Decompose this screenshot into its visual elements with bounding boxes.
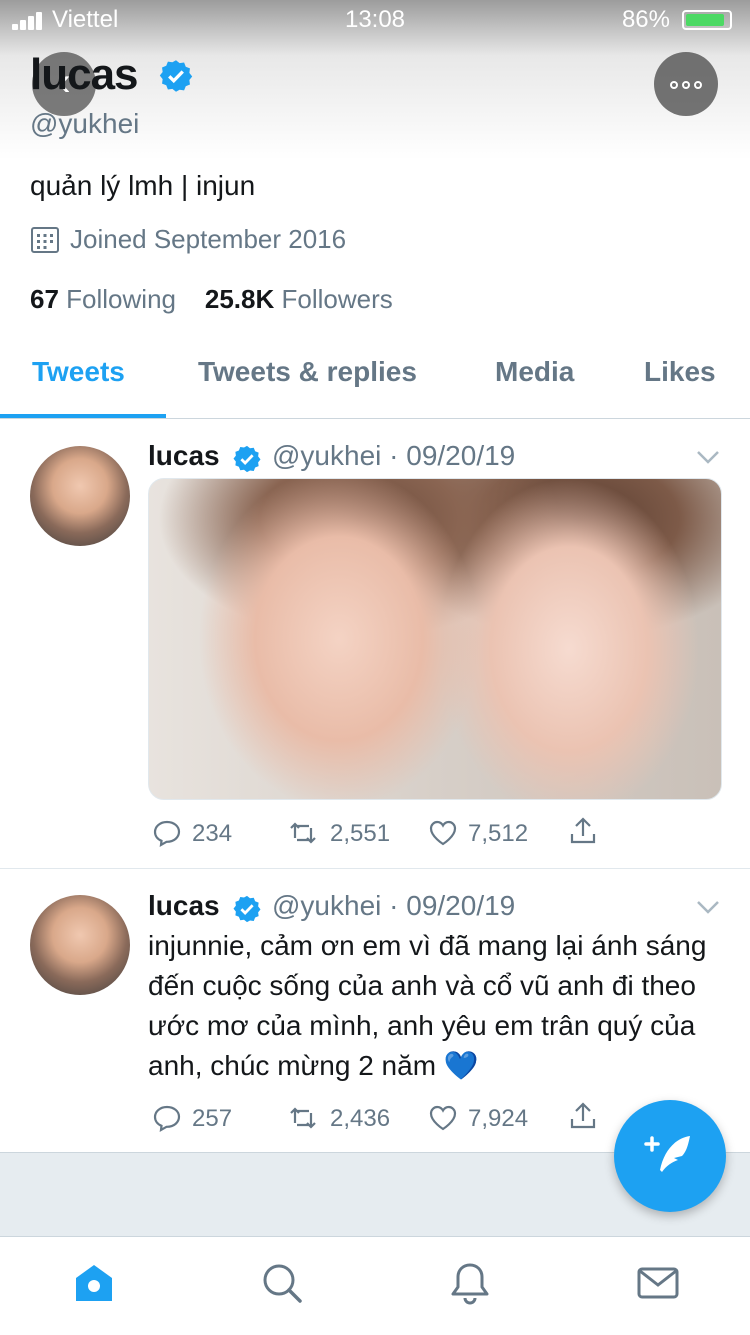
tweet-divider <box>0 868 750 869</box>
battery-icon <box>682 10 732 30</box>
profile-name: lucas <box>30 50 139 99</box>
tweet-handle-date: @yukhei · 09/20/19 <box>272 890 516 921</box>
battery-percent: 86% <box>621 6 670 33</box>
share-icon[interactable] <box>568 1101 598 1131</box>
reply-icon[interactable] <box>152 1103 182 1133</box>
tweet-handle-date: @yukhei · 09/20/19 <box>272 440 516 471</box>
profile-handle: @yukhei <box>30 108 140 139</box>
share-icon[interactable] <box>568 816 598 846</box>
notifications-icon[interactable] <box>448 1261 492 1305</box>
retweet-count: 2,436 <box>330 1105 391 1132</box>
compose-icon <box>644 1136 690 1172</box>
avatar[interactable] <box>30 446 130 546</box>
following-count: 67 <box>30 284 59 314</box>
reply-icon[interactable] <box>152 818 182 848</box>
reply-count: 257 <box>192 1105 233 1132</box>
followers-count: 25.8K <box>204 284 275 314</box>
active-tab-indicator <box>0 414 166 418</box>
follow-stats: 67 Following 25.8K Followers <box>30 284 393 315</box>
like-icon[interactable] <box>428 1103 458 1133</box>
verified-icon <box>159 60 193 92</box>
like-count: 7,512 <box>468 820 529 847</box>
home-icon[interactable] <box>72 1261 116 1305</box>
chevron-down-icon[interactable] <box>696 450 720 464</box>
chevron-down-icon[interactable] <box>696 900 720 914</box>
followers-link[interactable]: 25.8K Followers <box>205 284 393 314</box>
more-button[interactable] <box>654 52 718 116</box>
calendar-icon <box>31 227 59 253</box>
bottom-navigation <box>0 1236 750 1335</box>
verified-icon <box>233 895 261 923</box>
profile-tabs: Tweets Tweets & replies Media Likes <box>0 340 750 419</box>
tweet-author-name[interactable]: lucas <box>148 440 220 472</box>
retweet-icon[interactable] <box>288 1103 318 1133</box>
retweet-icon[interactable] <box>288 818 318 848</box>
status-bar: Viettel 13:08 86% <box>0 0 750 40</box>
tweet-photo[interactable] <box>148 478 722 800</box>
tweet-text: injunnie, cảm ơn em vì đã mang lại ánh s… <box>148 930 707 1081</box>
like-icon[interactable] <box>428 818 458 848</box>
tab-likes[interactable]: Likes <box>644 356 716 388</box>
tab-tweets-replies[interactable]: Tweets & replies <box>198 356 417 388</box>
profile-bio: quản lý lmh | injun <box>30 170 256 201</box>
tweet-author-name[interactable]: lucas <box>148 890 220 922</box>
joined-date: Joined September 2016 <box>70 224 347 254</box>
compose-tweet-button[interactable] <box>614 1100 726 1212</box>
tab-media[interactable]: Media <box>495 356 574 388</box>
following-link[interactable]: 67 Following <box>30 284 176 314</box>
like-count: 7,924 <box>468 1105 529 1132</box>
verified-icon <box>233 445 261 473</box>
messages-icon[interactable] <box>636 1261 680 1305</box>
following-label: Following <box>66 284 176 314</box>
search-icon[interactable] <box>260 1261 304 1305</box>
avatar[interactable] <box>30 895 130 995</box>
followers-label: Followers <box>281 284 393 314</box>
reply-count: 234 <box>192 820 233 847</box>
tab-tweets[interactable]: Tweets <box>32 356 125 388</box>
retweet-count: 2,551 <box>330 820 391 847</box>
